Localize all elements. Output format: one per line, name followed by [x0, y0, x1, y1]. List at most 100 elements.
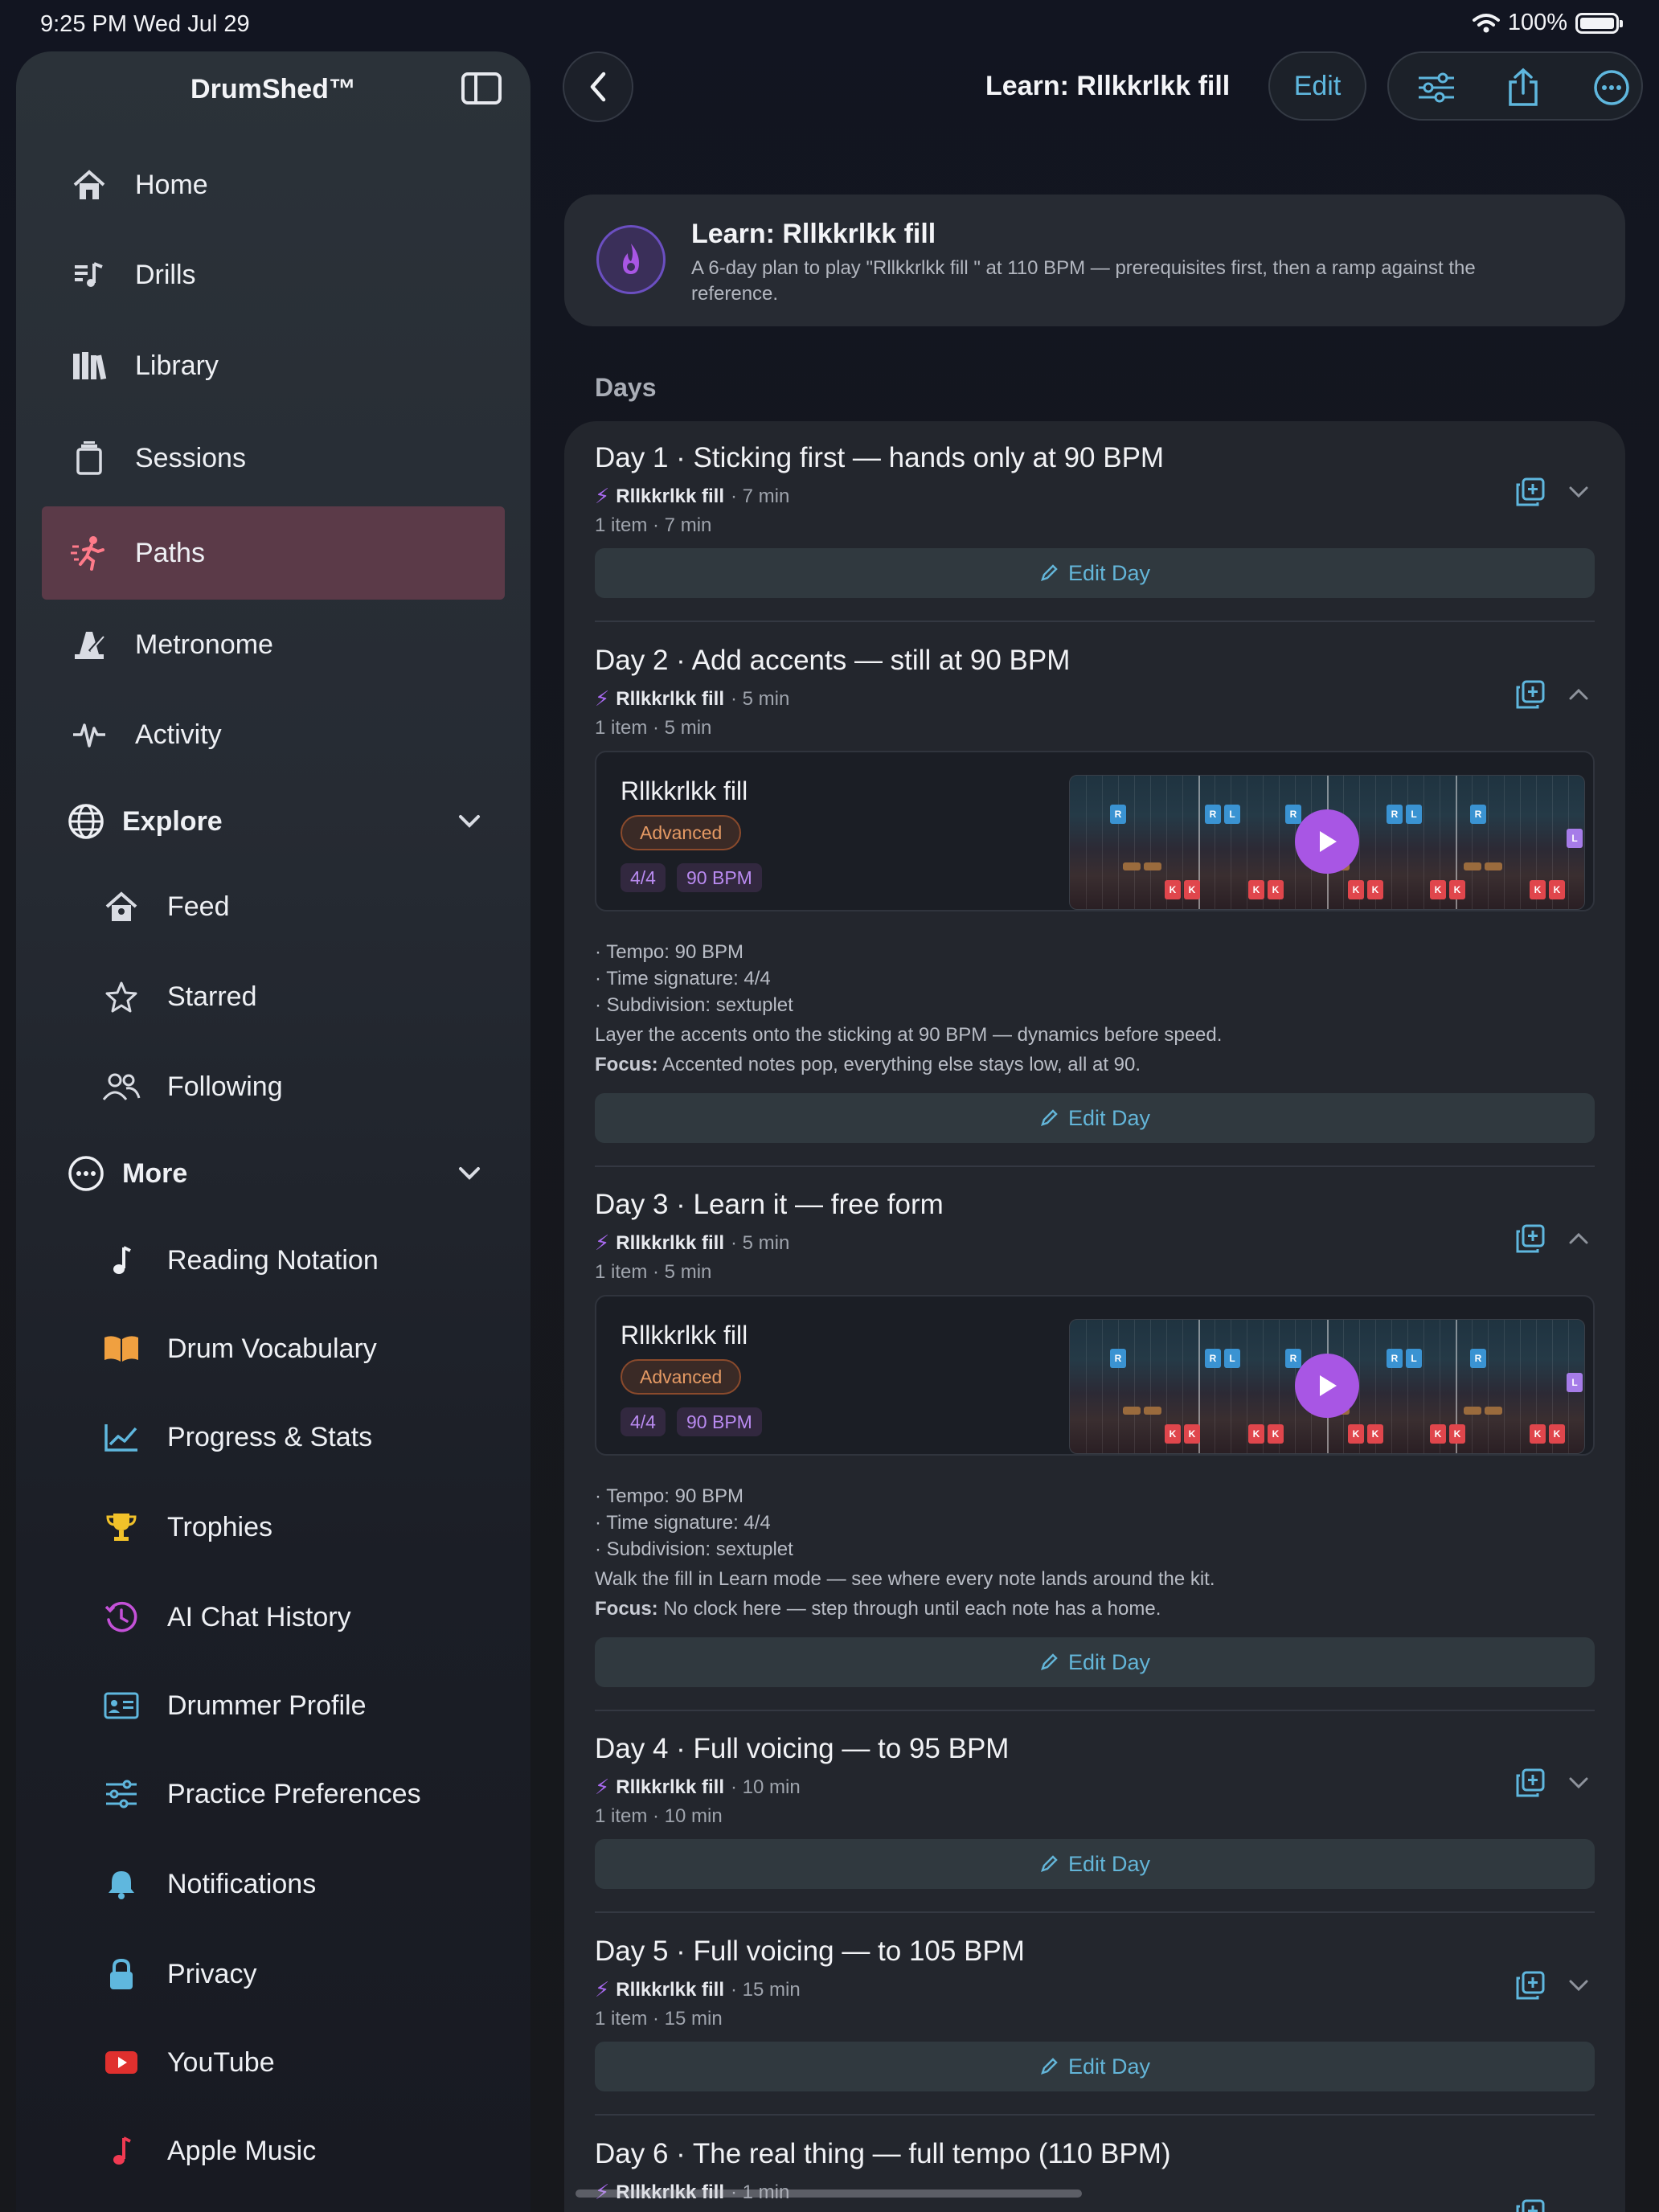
- duplicate-icon[interactable]: [1514, 1969, 1546, 2001]
- edit-button[interactable]: Edit: [1268, 51, 1366, 121]
- grid-line: [1520, 1320, 1521, 1453]
- sidebar-item-trophies[interactable]: Trophies: [42, 1481, 505, 1574]
- sidebar-item-privacy[interactable]: Privacy: [42, 1927, 505, 2021]
- page-title: Learn: Rllkkrlkk fill: [985, 71, 1231, 101]
- bolt-icon: ⚡: [595, 686, 610, 711]
- bolt-icon: ⚡: [595, 1775, 610, 1799]
- play-icon: [1320, 1375, 1337, 1396]
- books-icon: [69, 346, 109, 386]
- play-button[interactable]: [1295, 1354, 1359, 1418]
- sidebar-toggle-icon[interactable]: [461, 72, 502, 104]
- sidebar-item-following[interactable]: Following: [42, 1040, 505, 1133]
- back-button[interactable]: [563, 51, 633, 122]
- sidebar-item-library[interactable]: Library: [42, 319, 505, 412]
- edit-day-button[interactable]: Edit Day: [595, 1093, 1595, 1143]
- sidebar-item-ai-chat-history[interactable]: AI Chat History: [42, 1571, 505, 1664]
- chevron-down-icon[interactable]: [1564, 1768, 1593, 1797]
- sidebar-item-metronome[interactable]: Metronome: [42, 598, 505, 691]
- note-block: K: [1165, 880, 1181, 899]
- sidebar-item-notifications[interactable]: Notifications: [42, 1837, 505, 1931]
- house-icon: [69, 165, 109, 205]
- day-item-meta: ⚡ Rllkkrlkk fill · 7 min: [595, 484, 789, 509]
- focus-label: Focus:: [595, 1054, 658, 1075]
- focus-text: Accented notes pop, everything else stay…: [662, 1054, 1141, 1075]
- pencil-icon: [1040, 1653, 1058, 1670]
- sidebar-item-label: Trophies: [167, 1511, 273, 1542]
- sidebar-item-starred[interactable]: Starred: [42, 950, 505, 1043]
- item-name: Rllkkrlkk fill: [616, 1231, 724, 1254]
- sidebar-item-activity[interactable]: Activity: [42, 688, 505, 781]
- duplicate-icon[interactable]: [1514, 678, 1546, 711]
- sidebar-item-sessions[interactable]: Sessions: [42, 412, 505, 505]
- youtube-icon: [101, 2042, 141, 2083]
- chevron-up-icon[interactable]: [1564, 1224, 1593, 1253]
- grid-line: [1472, 1320, 1473, 1453]
- sidebar-item-progress-stats[interactable]: Progress & Stats: [42, 1391, 505, 1484]
- sliders-button[interactable]: [1415, 66, 1458, 109]
- chevron-up-icon[interactable]: [1564, 680, 1593, 709]
- focus-text: No clock here — step through until each …: [663, 1598, 1161, 1620]
- tempo-line: · Tempo: 90 BPM: [595, 1485, 743, 1507]
- item-time: · 5 min: [731, 1231, 790, 1254]
- note-block: R: [1110, 1349, 1126, 1368]
- sidebar-item-label: Practice Preferences: [167, 1778, 421, 1809]
- edit-day-button[interactable]: Edit Day: [595, 1637, 1595, 1687]
- note-block: K: [1348, 1424, 1364, 1444]
- explore-section-header[interactable]: Explore: [42, 775, 505, 868]
- sidebar-item-drills[interactable]: Drills: [42, 228, 505, 322]
- flame-icon: [596, 225, 666, 294]
- edit-day-button[interactable]: Edit Day: [595, 2042, 1595, 2091]
- edit-day-button[interactable]: Edit Day: [595, 548, 1595, 598]
- drill-preview-card[interactable]: Rllkkrlkk fill Advanced 4/4 90 BPM RRLRR…: [595, 1295, 1595, 1456]
- edit-day-label: Edit Day: [1067, 1851, 1151, 1876]
- lock-icon: [101, 1954, 141, 1994]
- more-section-header[interactable]: More: [42, 1127, 505, 1220]
- subdivision-line: · Subdivision: sextuplet: [595, 1538, 793, 1560]
- duplicate-icon[interactable]: [1514, 1767, 1546, 1799]
- play-button[interactable]: [1295, 809, 1359, 874]
- day-title: Day 5 · Full voicing — to 105 BPM: [595, 1936, 1025, 1967]
- sidebar-item-label: Starred: [167, 981, 257, 1012]
- grid-line: [1423, 776, 1424, 909]
- day-item-meta: ⚡ Rllkkrlkk fill · 15 min: [595, 1977, 801, 2002]
- drill-preview-card[interactable]: Rllkkrlkk fill Advanced 4/4 90 BPM RRLRR…: [595, 751, 1595, 911]
- sidebar-item-label: Following: [167, 1071, 283, 1102]
- share-button[interactable]: [1501, 66, 1545, 109]
- focus-line: Focus: Accented notes pop, everything el…: [595, 1051, 1222, 1078]
- note-block: [1123, 862, 1141, 870]
- sidebar-item-label: Paths: [135, 537, 205, 568]
- day-title: Day 6 · The real thing — full tempo (110…: [595, 2138, 1171, 2169]
- grid-line: [1407, 776, 1408, 909]
- item-time: · 5 min: [731, 687, 790, 710]
- note-block: R: [1285, 1349, 1301, 1368]
- chevron-down-icon[interactable]: [1564, 477, 1593, 506]
- note-block: L: [1406, 805, 1422, 824]
- chevron-down-icon[interactable]: [1564, 1971, 1593, 2000]
- edit-day-button[interactable]: Edit Day: [595, 1839, 1595, 1889]
- sidebar-item-reading-notation[interactable]: Reading Notation: [42, 1214, 505, 1307]
- item-name: Rllkkrlkk fill: [616, 1978, 724, 2001]
- duplicate-icon[interactable]: [1514, 1223, 1546, 1255]
- sidebar-item-home[interactable]: Home: [42, 138, 505, 231]
- sliders-icon: [1419, 72, 1454, 103]
- sidebar-item-practice-preferences[interactable]: Practice Preferences: [42, 1747, 505, 1841]
- sidebar-item-feed[interactable]: Feed: [42, 860, 505, 953]
- globe-icon: [66, 801, 106, 842]
- note-block: L: [1567, 829, 1583, 848]
- more-options-button[interactable]: [1590, 66, 1633, 109]
- duplicate-icon[interactable]: [1514, 476, 1546, 508]
- sidebar-item-drummer-profile[interactable]: Drummer Profile: [42, 1659, 505, 1752]
- sidebar: DrumShed™ Home Drills Library Sessions P…: [16, 51, 530, 2212]
- sidebar-item-apple-music[interactable]: Apple Music: [42, 2104, 505, 2198]
- note-block: R: [1470, 805, 1486, 824]
- sidebar-item-paths[interactable]: Paths: [42, 506, 505, 600]
- duplicate-icon[interactable]: [1514, 2198, 1546, 2212]
- waveform-icon: [69, 715, 109, 755]
- sidebar-item-youtube[interactable]: YouTube: [42, 2016, 505, 2109]
- sidebar-item-drum-vocabulary[interactable]: Drum Vocabulary: [42, 1302, 505, 1395]
- day-title: Day 2 · Add accents — still at 90 BPM: [595, 645, 1071, 676]
- chevron-left-icon: [590, 72, 606, 102]
- level-badge: Advanced: [621, 1359, 742, 1395]
- sidebar-item-label: YouTube: [167, 2046, 275, 2078]
- edit-day-label: Edit Day: [1067, 560, 1151, 585]
